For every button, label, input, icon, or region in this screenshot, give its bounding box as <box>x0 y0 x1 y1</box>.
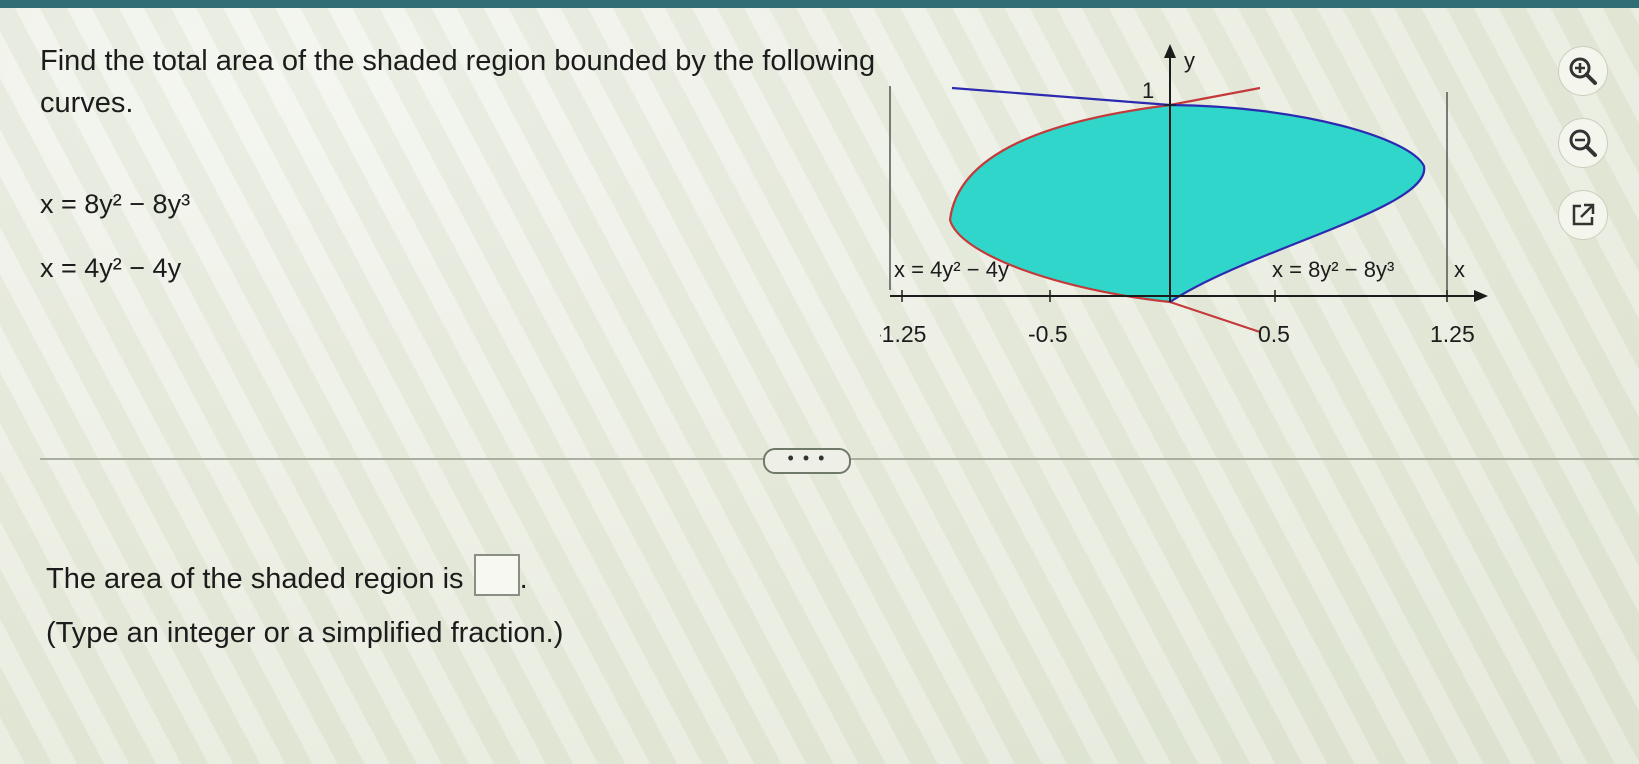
zoom-in-button[interactable] <box>1558 46 1608 96</box>
answer-suffix: . <box>519 563 528 595</box>
zoom-out-icon <box>1569 129 1597 157</box>
x-axis-arrow <box>1474 290 1488 302</box>
top-bar <box>0 0 1639 8</box>
answer-input[interactable] <box>473 554 520 596</box>
answer-prefix: The area of the shaded region is <box>46 563 464 595</box>
open-external-icon <box>1572 203 1595 226</box>
x-tick-label-minus-0-5: -0.5 <box>1028 321 1068 347</box>
x-tick-label-1-25: 1.25 <box>1430 321 1475 347</box>
question-text: Find the total area of the shaded region… <box>40 45 876 119</box>
open-external-button[interactable] <box>1558 190 1608 240</box>
expand-button[interactable]: • • • <box>763 448 851 474</box>
x-tick-label-0-5: 0.5 <box>1258 321 1290 347</box>
equation-list: x = 8y² − 8y³ x = 4y² − 4y <box>40 172 190 300</box>
graph-tools <box>1558 46 1622 262</box>
zoom-out-button[interactable] <box>1558 118 1608 168</box>
x-tick-label-minus-1-25: -1.25 <box>880 321 926 347</box>
answer-line: The area of the shaded region is. <box>46 552 563 606</box>
zoom-in-icon <box>1569 57 1597 85</box>
x-axis-label: x <box>1454 257 1465 282</box>
curve-label-right: x = 8y² − 8y³ <box>1272 257 1394 282</box>
equation-2: x = 4y² − 4y <box>40 253 182 283</box>
curve-4y2-minus-4y-lower <box>1169 300 1261 334</box>
answer-section: The area of the shaded region is. (Type … <box>46 552 563 660</box>
equation-1: x = 8y² − 8y³ <box>40 189 191 219</box>
curve-label-left: x = 4y² − 4y <box>894 257 1009 282</box>
y-axis-arrow <box>1164 44 1176 58</box>
area-graph[interactable]: y x 1 -1.25 -0.5 0.5 1.25 x = 4y² − 4y x… <box>880 40 1500 360</box>
y-tick-label-1: 1 <box>1142 78 1154 103</box>
y-axis-label: y <box>1184 48 1195 73</box>
answer-hint: (Type an integer or a simplified fractio… <box>46 617 564 649</box>
